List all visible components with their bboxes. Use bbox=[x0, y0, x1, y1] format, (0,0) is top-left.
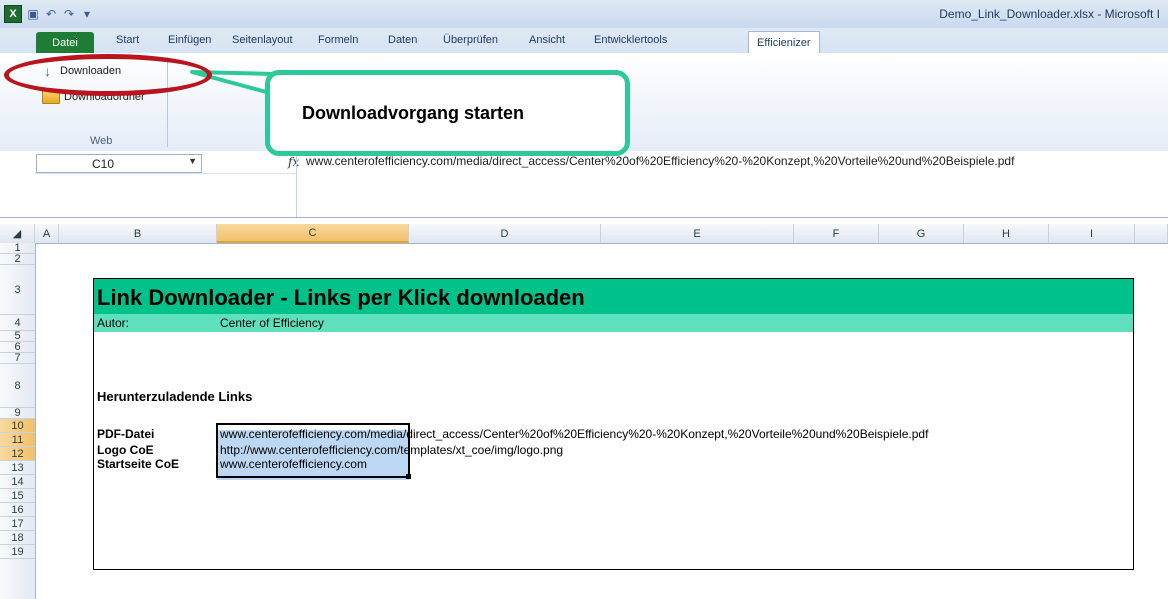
row-header[interactable]: 15 bbox=[0, 489, 35, 503]
callout-box: Downloadvorgang starten bbox=[265, 70, 630, 156]
row-header[interactable]: 2 bbox=[0, 253, 35, 265]
save-icon[interactable]: ▣ bbox=[26, 7, 40, 21]
column-header-b[interactable]: B bbox=[59, 224, 217, 243]
row-header[interactable]: 4 bbox=[0, 315, 35, 331]
column-header-d[interactable]: D bbox=[409, 224, 601, 243]
name-box-value: C10 bbox=[92, 156, 115, 171]
tab-formeln[interactable]: Formeln bbox=[318, 34, 358, 53]
insert-function-icon[interactable]: fx bbox=[288, 155, 299, 169]
column-header-e[interactable]: E bbox=[601, 224, 794, 243]
row-header[interactable]: 14 bbox=[0, 475, 35, 489]
link-label-pdf[interactable]: PDF-Datei bbox=[97, 427, 154, 441]
column-header-h[interactable]: H bbox=[964, 224, 1049, 243]
column-headers: ◢ A B C D E F G H I bbox=[0, 224, 1168, 244]
tab-ueberpruefen[interactable]: Überprüfen bbox=[443, 34, 498, 53]
row-header[interactable]: 16 bbox=[0, 503, 35, 517]
window-title: Demo_Link_Downloader.xlsx - Microsoft I bbox=[939, 7, 1160, 21]
chevron-down-icon[interactable]: ▼ bbox=[188, 156, 197, 166]
row-header[interactable]: 9 bbox=[0, 407, 35, 419]
row-header[interactable]: 18 bbox=[0, 531, 35, 545]
ribbon-tabs: Datei Start Einfügen Seitenlayout Formel… bbox=[0, 28, 1168, 54]
quick-access-toolbar: X ▣ ↶ ↷ ▾ bbox=[4, 5, 94, 23]
formula-bar-divider bbox=[35, 173, 296, 174]
name-box[interactable]: C10 ▼ bbox=[36, 154, 202, 173]
undo-icon[interactable]: ↶ bbox=[44, 7, 58, 21]
row-header[interactable]: 3 bbox=[0, 265, 35, 315]
callout-text: Downloadvorgang starten bbox=[302, 102, 525, 123]
tab-seitenlayout[interactable]: Seitenlayout bbox=[232, 34, 293, 53]
column-header-next[interactable] bbox=[1135, 224, 1168, 243]
row-header[interactable]: 8 bbox=[0, 364, 35, 408]
formula-bar: C10 ▼ fx www.centerofefficiency.com/medi… bbox=[0, 151, 1168, 218]
title-bar: X ▣ ↶ ↷ ▾ Demo_Link_Downloader.xlsx - Mi… bbox=[0, 0, 1168, 28]
column-header-f[interactable]: F bbox=[794, 224, 879, 243]
column-header-g[interactable]: G bbox=[879, 224, 964, 243]
row-header[interactable]: 12 bbox=[0, 447, 35, 461]
formula-input[interactable]: www.centerofefficiency.com/media/direct_… bbox=[306, 154, 1166, 168]
tab-entwicklertools[interactable]: Entwicklertools bbox=[594, 34, 667, 53]
tab-datei[interactable]: Datei bbox=[36, 32, 94, 53]
row-header[interactable]: 7 bbox=[0, 352, 35, 364]
row-header[interactable]: 10 bbox=[0, 419, 35, 433]
row-header[interactable]: 13 bbox=[0, 461, 35, 475]
section-title[interactable]: Herunterzuladende Links bbox=[97, 389, 252, 404]
tab-efficienizer[interactable]: Efficienizer bbox=[748, 31, 820, 54]
tab-einfuegen[interactable]: Einfügen bbox=[168, 34, 211, 53]
row-header[interactable]: 17 bbox=[0, 517, 35, 531]
fill-handle[interactable] bbox=[406, 474, 411, 479]
column-header-a[interactable]: A bbox=[35, 224, 59, 243]
tab-ansicht[interactable]: Ansicht bbox=[529, 34, 565, 53]
link-label-startseite[interactable]: Startseite CoE bbox=[97, 457, 179, 471]
highlight-ellipse bbox=[4, 54, 212, 96]
link-label-logo[interactable]: Logo CoE bbox=[97, 443, 154, 457]
column-header-c[interactable]: C bbox=[217, 224, 409, 243]
formula-separator bbox=[296, 151, 297, 217]
tab-start[interactable]: Start bbox=[116, 34, 139, 53]
column-header-i[interactable]: I bbox=[1049, 224, 1135, 243]
customize-icon[interactable]: ▾ bbox=[80, 7, 94, 21]
row-header[interactable]: 11 bbox=[0, 433, 35, 447]
sheet-title[interactable]: Link Downloader - Links per Klick downlo… bbox=[97, 285, 585, 311]
row-headers: 1 2 3 4 5 6 7 8 9 10 11 12 13 14 15 16 1… bbox=[0, 242, 36, 599]
excel-icon[interactable]: X bbox=[4, 5, 22, 23]
worksheet[interactable]: Link Downloader - Links per Klick downlo… bbox=[36, 243, 1168, 599]
tab-daten[interactable]: Daten bbox=[388, 34, 417, 53]
author-label[interactable]: Autor: bbox=[97, 316, 129, 330]
selection-border[interactable] bbox=[216, 423, 410, 478]
author-value[interactable]: Center of Efficiency bbox=[220, 316, 324, 330]
row-header[interactable]: 19 bbox=[0, 545, 35, 559]
redo-icon[interactable]: ↷ bbox=[62, 7, 76, 21]
select-all-corner[interactable]: ◢ bbox=[0, 224, 35, 243]
ribbon-group-label: Web bbox=[90, 135, 113, 147]
